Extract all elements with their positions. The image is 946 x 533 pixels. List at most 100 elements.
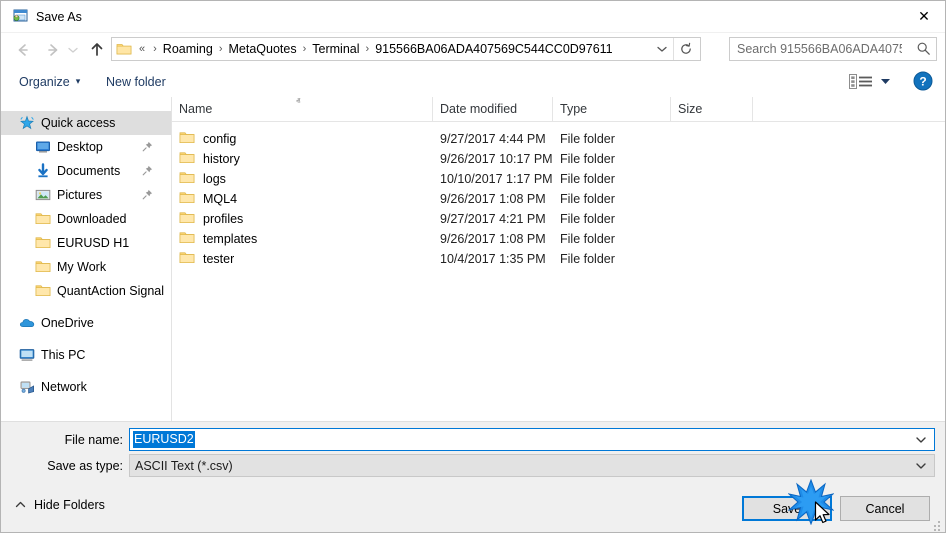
cancel-label: Cancel	[865, 501, 905, 516]
breadcrumb-metaquotes[interactable]: MetaQuotes	[227, 42, 299, 56]
date-modified-cell: 9/26/2017 10:17 PM	[440, 152, 553, 166]
search-icon	[916, 41, 931, 59]
organize-button[interactable]: Organize ▾	[19, 66, 80, 97]
sidebar-item-this-pc[interactable]: This PC	[1, 343, 171, 367]
sidebar-item-documents[interactable]: Documents	[1, 159, 171, 183]
pin-icon[interactable]	[142, 141, 153, 155]
file-name-value: EURUSD2	[133, 431, 195, 448]
save-as-type-select[interactable]: ASCII Text (*.csv)	[129, 454, 935, 477]
close-button[interactable]: ✕	[901, 1, 945, 32]
pin-icon[interactable]	[142, 189, 153, 203]
file-name-input[interactable]: EURUSD2	[129, 428, 935, 451]
date-modified-cell: 10/10/2017 1:17 PM	[440, 172, 553, 186]
list-view-icon	[849, 74, 872, 89]
window-title: Save As	[36, 9, 82, 24]
save-as-type-label: Save as type:	[47, 459, 123, 473]
folder-icon	[35, 235, 51, 251]
search-input[interactable]: Search 915566BA06ADA40756...	[737, 42, 902, 56]
arrow-left-icon	[18, 43, 28, 56]
column-label: Name	[179, 102, 213, 116]
file-name-cell: tester	[179, 250, 234, 269]
save-button[interactable]: Save	[742, 496, 832, 521]
column-label: Date modified	[440, 102, 518, 116]
search-box[interactable]: Search 915566BA06ADA40756...	[729, 37, 937, 61]
column-header-type[interactable]: Type	[553, 97, 671, 121]
sidebar-list: Quick access Desktop Documents Pictures Down…	[1, 111, 171, 399]
file-rows: config 9/27/2017 4:44 PM File folder histor…	[172, 129, 945, 269]
table-row[interactable]: logs 10/10/2017 1:17 PM File folder	[172, 169, 945, 189]
column-header-name[interactable]: ⱏ Name	[172, 96, 433, 121]
address-bar[interactable]: « › Roaming › MetaQuotes › Terminal › 91…	[111, 37, 701, 61]
chevron-down-icon[interactable]	[915, 460, 927, 475]
back-button[interactable]	[11, 37, 35, 62]
type-cell: File folder	[560, 252, 615, 266]
sidebar-item-pictures[interactable]: Pictures	[1, 183, 171, 207]
sidebar-item-label: Desktop	[57, 140, 103, 154]
sidebar-item-label: This PC	[41, 348, 86, 362]
chevron-up-icon	[15, 498, 26, 512]
breadcrumb-overflow[interactable]: «	[135, 43, 149, 55]
sidebar-item-label: OneDrive	[41, 316, 94, 330]
column-header-date-modified[interactable]: Date modified	[433, 97, 553, 121]
column-label: Type	[560, 102, 588, 116]
file-name-text: profiles	[203, 212, 244, 226]
recent-locations-button[interactable]	[65, 37, 81, 62]
view-mode-dropdown[interactable]	[877, 72, 893, 91]
breadcrumb-separator: ›	[153, 43, 157, 55]
table-row[interactable]: profiles 9/27/2017 4:21 PM File folder	[172, 209, 945, 229]
close-icon: ✕	[918, 8, 930, 24]
table-row[interactable]: templates 9/26/2017 1:08 PM File folder	[172, 229, 945, 249]
sidebar-item-desktop[interactable]: Desktop	[1, 135, 171, 159]
file-name-cell: config	[179, 130, 236, 149]
date-modified-cell: 9/26/2017 1:08 PM	[440, 192, 546, 206]
table-row[interactable]: MQL4 9/26/2017 1:08 PM File folder	[172, 189, 945, 209]
breadcrumb-terminal[interactable]: Terminal	[310, 42, 361, 56]
file-name-text: templates	[203, 232, 258, 246]
sidebar-item-onedrive[interactable]: OneDrive	[1, 311, 171, 335]
chevron-down-icon	[68, 47, 78, 53]
sidebar-item-network[interactable]: Network	[1, 375, 171, 399]
sidebar-item-eurusd-h1[interactable]: EURUSD H1	[1, 231, 171, 255]
save-as-type-value: ASCII Text (*.csv)	[135, 458, 233, 473]
sidebar-item-label: Network	[41, 380, 87, 394]
resize-grip[interactable]	[931, 519, 943, 531]
new-folder-label: New folder	[106, 74, 166, 89]
sidebar-item-my-work[interactable]: My Work	[1, 255, 171, 279]
chevron-down-icon[interactable]	[915, 434, 927, 449]
chevron-down-icon: ▾	[75, 76, 81, 86]
breadcrumb-separator: ›	[302, 43, 307, 55]
sidebar-item-label: EURUSD H1	[57, 236, 130, 250]
column-header-size[interactable]: Size	[671, 97, 753, 121]
arrow-right-icon	[48, 43, 58, 56]
sidebar-item-quick-access[interactable]: Quick access	[1, 111, 171, 135]
file-name-label: File name:	[64, 433, 123, 447]
chevron-down-icon	[657, 46, 667, 52]
type-cell: File folder	[560, 232, 615, 246]
column-label: Size	[678, 102, 703, 116]
help-icon: ?	[913, 71, 933, 91]
table-row[interactable]: history 9/26/2017 10:17 PM File folder	[172, 149, 945, 169]
table-row[interactable]: config 9/27/2017 4:44 PM File folder	[172, 129, 945, 149]
breadcrumb-terminal-id[interactable]: 915566BA06ADA407569C544CC0D97611	[373, 42, 614, 56]
svg-text:?: ?	[919, 75, 926, 89]
date-modified-cell: 9/27/2017 4:44 PM	[440, 132, 546, 146]
view-mode-button[interactable]	[849, 72, 875, 91]
refresh-button[interactable]	[673, 38, 698, 60]
refresh-icon	[681, 42, 691, 54]
sidebar-item-label: QuantAction Signal	[57, 284, 165, 298]
up-button[interactable]	[85, 37, 109, 62]
hide-folders-button[interactable]: Hide Folders	[15, 498, 105, 512]
cancel-button[interactable]: Cancel	[840, 496, 930, 521]
save-form: File name: EURUSD2 Save as type: ASCII T…	[1, 421, 945, 490]
sidebar-item-downloaded[interactable]: Downloaded	[1, 207, 171, 231]
forward-button[interactable]	[41, 37, 65, 62]
file-list-pane: ⱏ Name Date modified Type Size config 9/2…	[172, 96, 945, 421]
help-button[interactable]: ?	[913, 71, 933, 91]
pin-icon[interactable]	[142, 165, 153, 179]
table-row[interactable]: tester 10/4/2017 1:35 PM File folder	[172, 249, 945, 269]
breadcrumb-roaming[interactable]: Roaming	[161, 42, 215, 56]
new-folder-button[interactable]: New folder	[106, 66, 166, 97]
sidebar-item-quantaction-signal[interactable]: QuantAction Signal	[1, 279, 171, 303]
address-dropdown-button[interactable]	[652, 38, 672, 60]
folder-icon	[179, 210, 195, 229]
